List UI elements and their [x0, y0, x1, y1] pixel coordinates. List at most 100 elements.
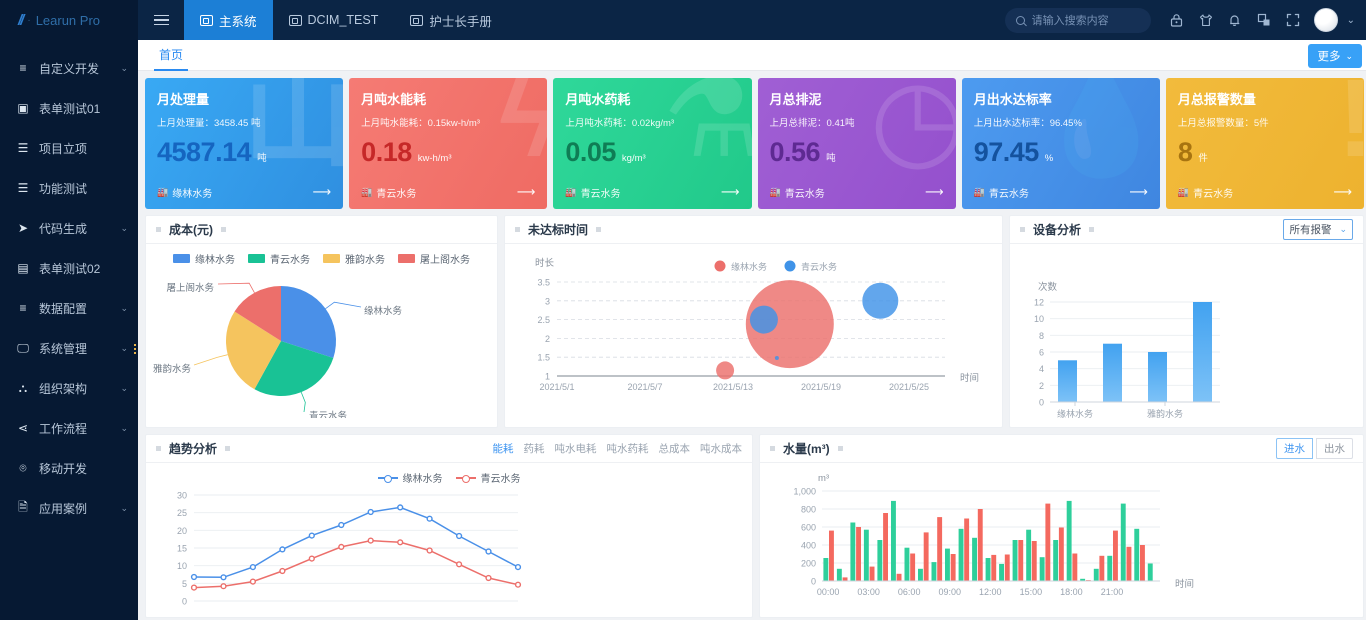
sidebar-item-4[interactable]: ➤代码生成⌄ — [0, 208, 138, 248]
water-bar-green-16[interactable] — [1040, 557, 1045, 581]
kpi-card-3[interactable]: ◷月总排泥上月总排泥：0.41吨0.56吨🏭青云水务⟶ — [758, 78, 956, 209]
point-1-10[interactable] — [486, 576, 491, 581]
bubble-1-0[interactable] — [750, 306, 778, 334]
top-nav-item-1[interactable]: DCIM_TEST — [273, 0, 395, 40]
legend-item-0[interactable]: 缘林水务 — [378, 470, 443, 485]
menu-toggle-icon[interactable] — [138, 0, 184, 40]
kpi-arrow-icon[interactable]: ⟶ — [1333, 184, 1352, 200]
bar-2[interactable] — [1148, 352, 1167, 402]
kpi-card-5[interactable]: !月总报警数量上月总报警数量：5件8件🏭青云水务⟶ — [1166, 78, 1364, 209]
water-bar-red-10[interactable] — [964, 519, 969, 582]
legend-item-1[interactable]: 青云水务 — [248, 251, 310, 266]
bubble-1-2[interactable] — [862, 283, 898, 319]
kpi-card-1[interactable]: ϟ月吨水能耗上月吨水能耗：0.15kw-h/m³0.18kw-h/m³🏭青云水务… — [349, 78, 547, 209]
water-bar-green-15[interactable] — [1026, 530, 1031, 581]
trend-tab-3[interactable]: 吨水药耗 — [607, 441, 649, 456]
water-bar-green-20[interactable] — [1094, 569, 1099, 581]
bar-0[interactable] — [1058, 360, 1077, 402]
sidebar-item-7[interactable]: 🖵系统管理⌄ — [0, 328, 138, 368]
kpi-card-0[interactable]: 山月处理量上月处理量：3458.45 吨4587.14吨🏭缘林水务⟶ — [145, 78, 343, 209]
trend-tab-1[interactable]: 药耗 — [524, 441, 545, 456]
avatar[interactable] — [1314, 8, 1338, 32]
point-0-0[interactable] — [192, 575, 197, 580]
water-bar-red-12[interactable] — [991, 555, 996, 581]
sidebar-item-11[interactable]: 🗎应用案例⌄ — [0, 488, 138, 528]
point-1-8[interactable] — [427, 548, 432, 553]
point-1-2[interactable] — [251, 579, 256, 584]
water-bar-green-17[interactable] — [1053, 540, 1058, 581]
trend-tab-4[interactable]: 总成本 — [659, 441, 691, 456]
tab-home[interactable]: 首页 — [148, 40, 194, 71]
water-bar-red-14[interactable] — [1018, 540, 1023, 581]
point-1-0[interactable] — [192, 585, 197, 590]
legend-item-0[interactable]: 缘林水务 — [173, 251, 235, 266]
water-bar-red-5[interactable] — [897, 574, 902, 581]
water-bar-red-9[interactable] — [951, 554, 956, 581]
point-1-1[interactable] — [221, 584, 226, 589]
bar-1[interactable] — [1103, 344, 1122, 402]
alarm-type-select[interactable]: 所有报警 ⌄ — [1283, 219, 1353, 240]
water-bar-green-23[interactable] — [1134, 529, 1139, 581]
sidebar-collapse-handle[interactable] — [132, 330, 138, 368]
water-bar-green-3[interactable] — [864, 530, 869, 581]
water-bar-green-24[interactable] — [1148, 564, 1153, 582]
bubble-1-1[interactable] — [775, 356, 779, 360]
sidebar-item-0[interactable]: ≡自定义开发⌄ — [0, 48, 138, 88]
point-0-10[interactable] — [486, 549, 491, 554]
water-bar-red-16[interactable] — [1045, 504, 1050, 581]
water-bar-green-10[interactable] — [959, 529, 964, 581]
point-1-7[interactable] — [398, 540, 403, 545]
sidebar-item-10[interactable]: ⌾移动开发 — [0, 448, 138, 488]
water-bar-red-23[interactable] — [1140, 545, 1145, 581]
water-bar-green-4[interactable] — [877, 540, 882, 581]
water-bar-red-8[interactable] — [937, 517, 942, 581]
point-1-11[interactable] — [516, 582, 521, 587]
water-bar-red-2[interactable] — [856, 527, 861, 581]
sidebar-item-5[interactable]: ▤表单测试02 — [0, 248, 138, 288]
water-bar-red-13[interactable] — [1005, 555, 1010, 582]
top-nav-item-0[interactable]: 主系统 — [184, 0, 273, 40]
shirt-icon[interactable] — [1198, 12, 1214, 28]
water-bar-red-18[interactable] — [1072, 554, 1077, 581]
water-bar-red-21[interactable] — [1113, 531, 1118, 581]
point-0-9[interactable] — [457, 534, 462, 539]
lock-icon[interactable] — [1169, 12, 1185, 28]
point-1-5[interactable] — [339, 545, 344, 550]
trend-tab-2[interactable]: 吨水电耗 — [555, 441, 597, 456]
water-bar-red-4[interactable] — [883, 513, 888, 581]
water-bar-red-17[interactable] — [1059, 528, 1064, 582]
water-bar-red-11[interactable] — [978, 509, 983, 581]
fullscreen-icon[interactable] — [1285, 12, 1301, 28]
water-bar-green-5[interactable] — [891, 501, 896, 581]
water-bar-green-22[interactable] — [1121, 504, 1126, 581]
point-1-3[interactable] — [280, 569, 285, 574]
point-0-2[interactable] — [251, 565, 256, 570]
legend-item-2[interactable]: 雅韵水务 — [323, 251, 385, 266]
kpi-arrow-icon[interactable]: ⟶ — [721, 184, 740, 200]
water-bar-red-15[interactable] — [1032, 541, 1037, 581]
water-bar-green-9[interactable] — [945, 549, 950, 581]
point-0-7[interactable] — [398, 505, 403, 510]
point-0-5[interactable] — [339, 523, 344, 528]
water-bar-green-21[interactable] — [1107, 556, 1112, 581]
sidebar-item-1[interactable]: ▣表单测试01 — [0, 88, 138, 128]
water-bar-green-13[interactable] — [999, 564, 1004, 581]
windows-icon[interactable] — [1256, 12, 1272, 28]
kpi-arrow-icon[interactable]: ⟶ — [1129, 184, 1148, 200]
water-bar-green-11[interactable] — [972, 538, 977, 581]
trend-tab-5[interactable]: 吨水成本 — [700, 441, 742, 456]
legend-item-3[interactable]: 屠上阁水务 — [398, 251, 470, 266]
point-1-6[interactable] — [368, 538, 373, 543]
water-bar-green-7[interactable] — [918, 569, 923, 581]
water-bar-green-14[interactable] — [1013, 540, 1018, 581]
brand[interactable]: // · Learun Pro — [0, 0, 138, 40]
water-bar-red-22[interactable] — [1127, 547, 1132, 581]
water-bar-red-3[interactable] — [870, 567, 875, 581]
point-1-4[interactable] — [309, 556, 314, 561]
water-bar-red-6[interactable] — [910, 554, 915, 581]
point-0-1[interactable] — [221, 575, 226, 580]
sidebar-item-6[interactable]: ≡数据配置⌄ — [0, 288, 138, 328]
kpi-arrow-icon[interactable]: ⟶ — [313, 184, 332, 200]
legend-item-1[interactable]: 青云水务 — [456, 470, 521, 485]
top-nav-item-2[interactable]: 护士长手册 — [394, 0, 508, 40]
